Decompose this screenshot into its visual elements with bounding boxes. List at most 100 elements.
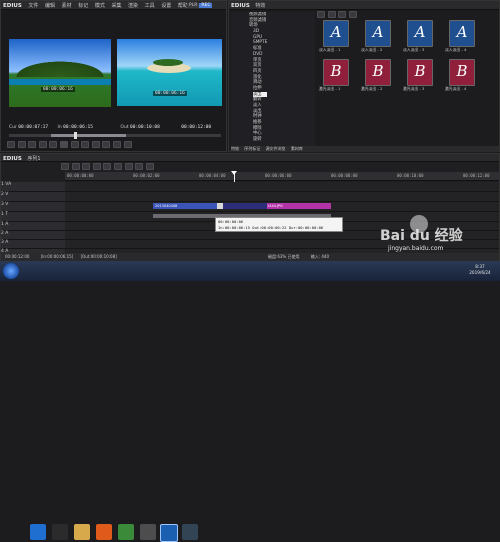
title-thumb[interactable]: A [365,20,391,47]
effects-view-icon[interactable] [327,11,336,18]
effects-delete-icon[interactable] [348,11,357,18]
menu-item-edit[interactable]: 编辑 [45,3,55,9]
track-lane[interactable] [65,182,499,192]
tree-item[interactable]: 旋转 [253,137,315,143]
menu-item-capture[interactable]: 采集 [111,3,121,9]
taskbar-folder-icon[interactable] [74,524,90,540]
menu-item-settings[interactable]: 设置 [161,3,171,9]
track-lane[interactable]: 2013040408 1444.JPG [65,202,499,212]
step-forward-button[interactable] [70,141,79,148]
delete-icon[interactable] [92,163,101,170]
thumb-label: 淡入淡出 - 1 [319,47,341,52]
status-in: [In:00:00:06:15] [40,254,74,259]
title-thumb[interactable]: A [407,20,433,47]
rewind-button[interactable] [38,141,47,148]
thumb-label: 淡入淡出 - 4 [445,47,467,52]
undo-icon[interactable] [135,163,144,170]
scrub-bar[interactable] [9,132,221,139]
menu-item-render[interactable]: 渲染 [128,3,138,9]
taskbar-edius-icon-2[interactable] [182,524,198,540]
playhead-marker-icon[interactable] [231,171,237,175]
transport-controls [7,141,225,150]
menu-item-tools[interactable]: 工具 [145,3,155,9]
rec-button[interactable]: REC [199,3,213,8]
effects-title-bar: EDIUS 特效 [229,1,499,10]
effects-bottom-tabs: 特效 序列标记 源文件浏览 素材库 [231,146,499,152]
track-header-a2[interactable]: 2 A [1,231,65,240]
timecode-row: Cur 00:00:07:17 In 00:00:06:15 Out 00:00… [9,125,224,131]
track-header-v3[interactable]: 3 V [1,202,65,212]
tab-effects[interactable]: 特效 [231,146,239,151]
paste-icon[interactable] [82,163,91,170]
ruler-tick: 00:00:00:00 [67,173,94,178]
play-button[interactable] [59,141,68,148]
bumper-thumb[interactable]: B [407,59,433,86]
bumper-thumb[interactable]: B [365,59,391,86]
track-header-a3[interactable]: 3 A [1,240,65,249]
start-button[interactable] [3,263,19,279]
track-header-v2[interactable]: 2 V [1,192,65,202]
out-label: Out [120,125,129,130]
watermark-brand: Bai du 经验 [380,228,463,244]
loop-button[interactable] [91,141,100,148]
timeline-ruler[interactable]: 00:00:00:00 00:00:02:00 00:00:04:00 00:0… [65,172,499,181]
marker-icon[interactable] [124,163,133,170]
in-timecode[interactable]: 00:00:06:15 [63,125,93,130]
menu-item-file[interactable]: 文件 [28,3,38,9]
clip-video-2[interactable]: 1444.JPG [265,203,331,209]
track-header-a1[interactable]: 1 A [1,222,65,231]
clip-selection[interactable] [223,203,267,209]
tab-source-browser[interactable]: 源文件浏览 [266,146,286,151]
title-thumb[interactable]: A [323,20,349,47]
menu-item-marker[interactable]: 标记 [78,3,88,9]
thumb-label: 淡入淡出 - 2 [361,47,383,52]
track-name: 1 A [1,222,9,227]
plr-button[interactable]: PLR [187,3,200,8]
taskbar-firefox-icon[interactable] [96,524,112,540]
overwrite-button[interactable] [112,141,121,148]
taskbar-edius-icon[interactable] [160,524,178,542]
set-out-button[interactable] [17,141,26,148]
bumper-thumb[interactable]: B [323,59,349,86]
record-preview: 00:00:06:16 [117,39,222,106]
fast-forward-button[interactable] [81,141,90,148]
ruler-tick: 00:00:02:00 [133,173,160,178]
out-timecode[interactable]: 00:00:10:08 [130,125,160,130]
thumb-label: 激光淡出 - 3 [403,86,425,91]
taskbar-qq-icon[interactable] [52,524,68,540]
track-header-va[interactable]: 1 VA [1,182,65,192]
redo-icon[interactable] [145,163,154,170]
plr-rec-switch[interactable]: PLR REC [187,2,225,9]
bumper-thumb[interactable]: B [449,59,475,86]
insert-button[interactable] [102,141,111,148]
menu-item-mode[interactable]: 模式 [95,3,105,9]
stop-button[interactable] [28,141,37,148]
track-header-t1[interactable]: 1 T [1,212,65,222]
effects-up-icon[interactable] [317,11,325,18]
copy-icon[interactable] [71,163,80,170]
track-lane[interactable] [65,192,499,202]
clip-video-1[interactable]: 2013040408 [153,203,219,209]
taskbar-app-icon[interactable] [118,524,134,540]
taskbar-media-icon[interactable] [140,524,156,540]
scrub-handle[interactable] [74,132,77,139]
export-button[interactable] [123,141,132,148]
preview-timecode-right: 00:00:06:16 [153,91,187,96]
title-thumb[interactable]: A [449,20,475,47]
step-back-button[interactable] [49,141,58,148]
dur-timecode: 00:00:12:00 [181,125,212,130]
menu-item-clip[interactable]: 素材 [62,3,72,9]
set-in-button[interactable] [7,141,15,148]
snap-icon[interactable] [113,163,122,170]
status-out: [Out:00:00:10:08] [80,254,117,259]
track-name: 3 V [1,202,9,207]
tab-bin[interactable]: 素材库 [291,146,303,151]
ripple-icon[interactable] [103,163,112,170]
effects-folder-icon[interactable] [338,11,347,18]
cur-timecode[interactable]: 00:00:07:17 [18,125,48,130]
tab-sequence-marker[interactable]: 序列标记 [244,146,260,151]
effects-window: EDIUS 特效 视频滤镜 音频滤镜 转场 3D GPU SMPTE 标准 DV… [228,0,500,152]
cut-icon[interactable] [61,163,69,170]
taskbar-ie-icon[interactable] [30,524,46,540]
tray-clock[interactable]: 8:37 2019/6/24 [462,264,498,278]
